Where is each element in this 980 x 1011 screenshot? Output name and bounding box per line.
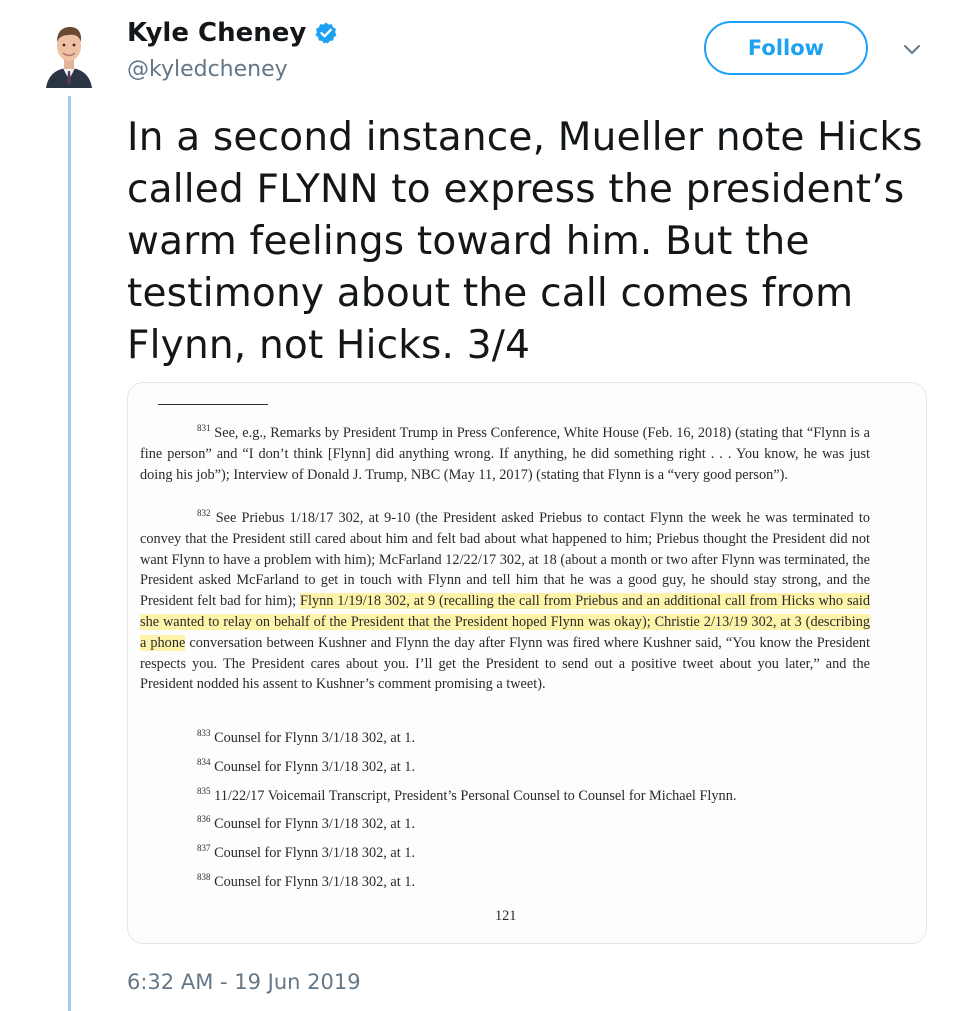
footnote-836: 836 Counsel for Flynn 3/1/18 302, at 1. bbox=[140, 814, 926, 835]
footnote-divider bbox=[158, 404, 268, 405]
verified-badge-icon bbox=[314, 21, 338, 45]
footnote-text: conversation between Kushner and Flynn t… bbox=[140, 634, 870, 693]
footnote-text: Counsel for Flynn 3/1/18 302, at 1. bbox=[214, 816, 416, 832]
follow-button[interactable]: Follow bbox=[704, 21, 868, 75]
footnote-text: Counsel for Flynn 3/1/18 302, at 1. bbox=[214, 759, 416, 775]
author-name[interactable]: Kyle Cheney bbox=[127, 18, 306, 48]
footnote-833: 833 Counsel for Flynn 3/1/18 302, at 1. bbox=[140, 728, 926, 749]
footnote-number: 838 bbox=[197, 872, 211, 883]
footnote-838: 838 Counsel for Flynn 3/1/18 302, at 1. bbox=[140, 872, 926, 893]
footnote-number: 834 bbox=[197, 757, 211, 768]
footnote-text: Counsel for Flynn 3/1/18 302, at 1. bbox=[214, 845, 416, 861]
footnote-number: 837 bbox=[197, 843, 211, 854]
tweet-media-image[interactable]: 831 See, e.g., Remarks by President Trum… bbox=[127, 382, 927, 944]
footnote-number: 835 bbox=[197, 786, 211, 797]
thread-connector-line bbox=[68, 96, 71, 1011]
footnote-831: 831 See, e.g., Remarks by President Trum… bbox=[140, 423, 870, 485]
footnote-text: Counsel for Flynn 3/1/18 302, at 1. bbox=[214, 730, 416, 746]
chevron-down-icon[interactable] bbox=[900, 40, 924, 60]
footnote-832: 832 See Priebus 1/18/17 302, at 9-10 (th… bbox=[140, 508, 871, 695]
footnote-number: 831 bbox=[197, 423, 211, 434]
avatar[interactable] bbox=[44, 18, 94, 88]
page-number: 121 bbox=[495, 908, 517, 924]
footnote-number: 833 bbox=[197, 728, 211, 739]
tweet-text: In a second instance, Mueller note Hicks… bbox=[127, 115, 923, 368]
footnote-text: 11/22/17 Voicemail Transcript, President… bbox=[214, 788, 737, 804]
footnote-text: See, e.g., Remarks by President Trump in… bbox=[140, 425, 870, 483]
footnote-number: 832 bbox=[197, 508, 211, 519]
tweet-timestamp[interactable]: 6:32 AM - 19 Jun 2019 bbox=[127, 970, 361, 994]
author-handle[interactable]: @kyledcheney bbox=[127, 57, 288, 82]
footnote-835: 835 11/22/17 Voicemail Transcript, Presi… bbox=[140, 786, 926, 807]
footnote-834: 834 Counsel for Flynn 3/1/18 302, at 1. bbox=[140, 757, 926, 778]
footnote-837: 837 Counsel for Flynn 3/1/18 302, at 1. bbox=[140, 843, 926, 864]
author-row: Kyle Cheney bbox=[127, 18, 338, 48]
footnote-number: 836 bbox=[197, 814, 211, 825]
footnote-text: Counsel for Flynn 3/1/18 302, at 1. bbox=[214, 874, 416, 890]
